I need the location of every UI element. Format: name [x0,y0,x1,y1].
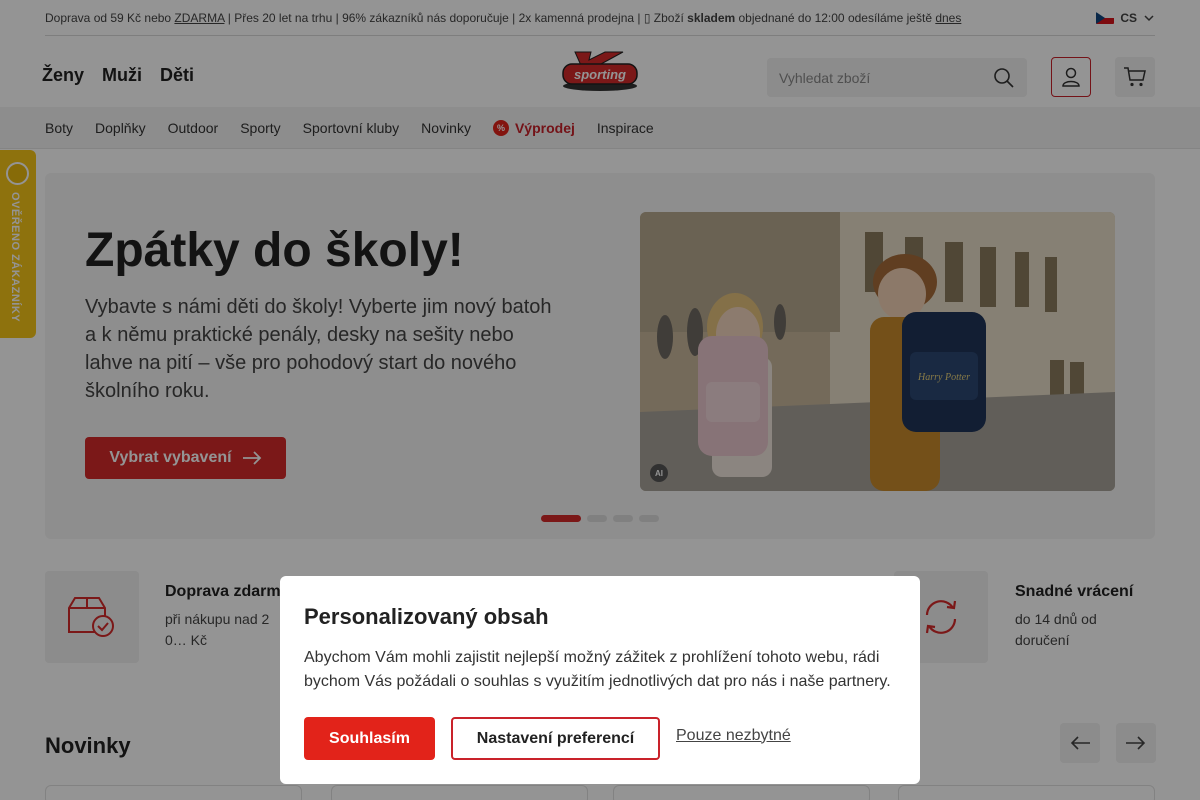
accept-button[interactable]: Souhlasím [304,717,435,760]
necessary-only-link[interactable]: Pouze nezbytné [676,727,791,745]
modal-actions: Souhlasím Nastavení preferencí Pouze nez… [304,717,791,760]
modal-text: Abychom Vám mohli zajistit nejlepší možn… [304,649,891,690]
modal-title: Personalizovaný obsah [304,604,549,629]
cookie-consent-modal: Personalizovaný obsah Abychom Vám mohli … [280,576,920,784]
preferences-button[interactable]: Nastavení preferencí [451,717,660,760]
